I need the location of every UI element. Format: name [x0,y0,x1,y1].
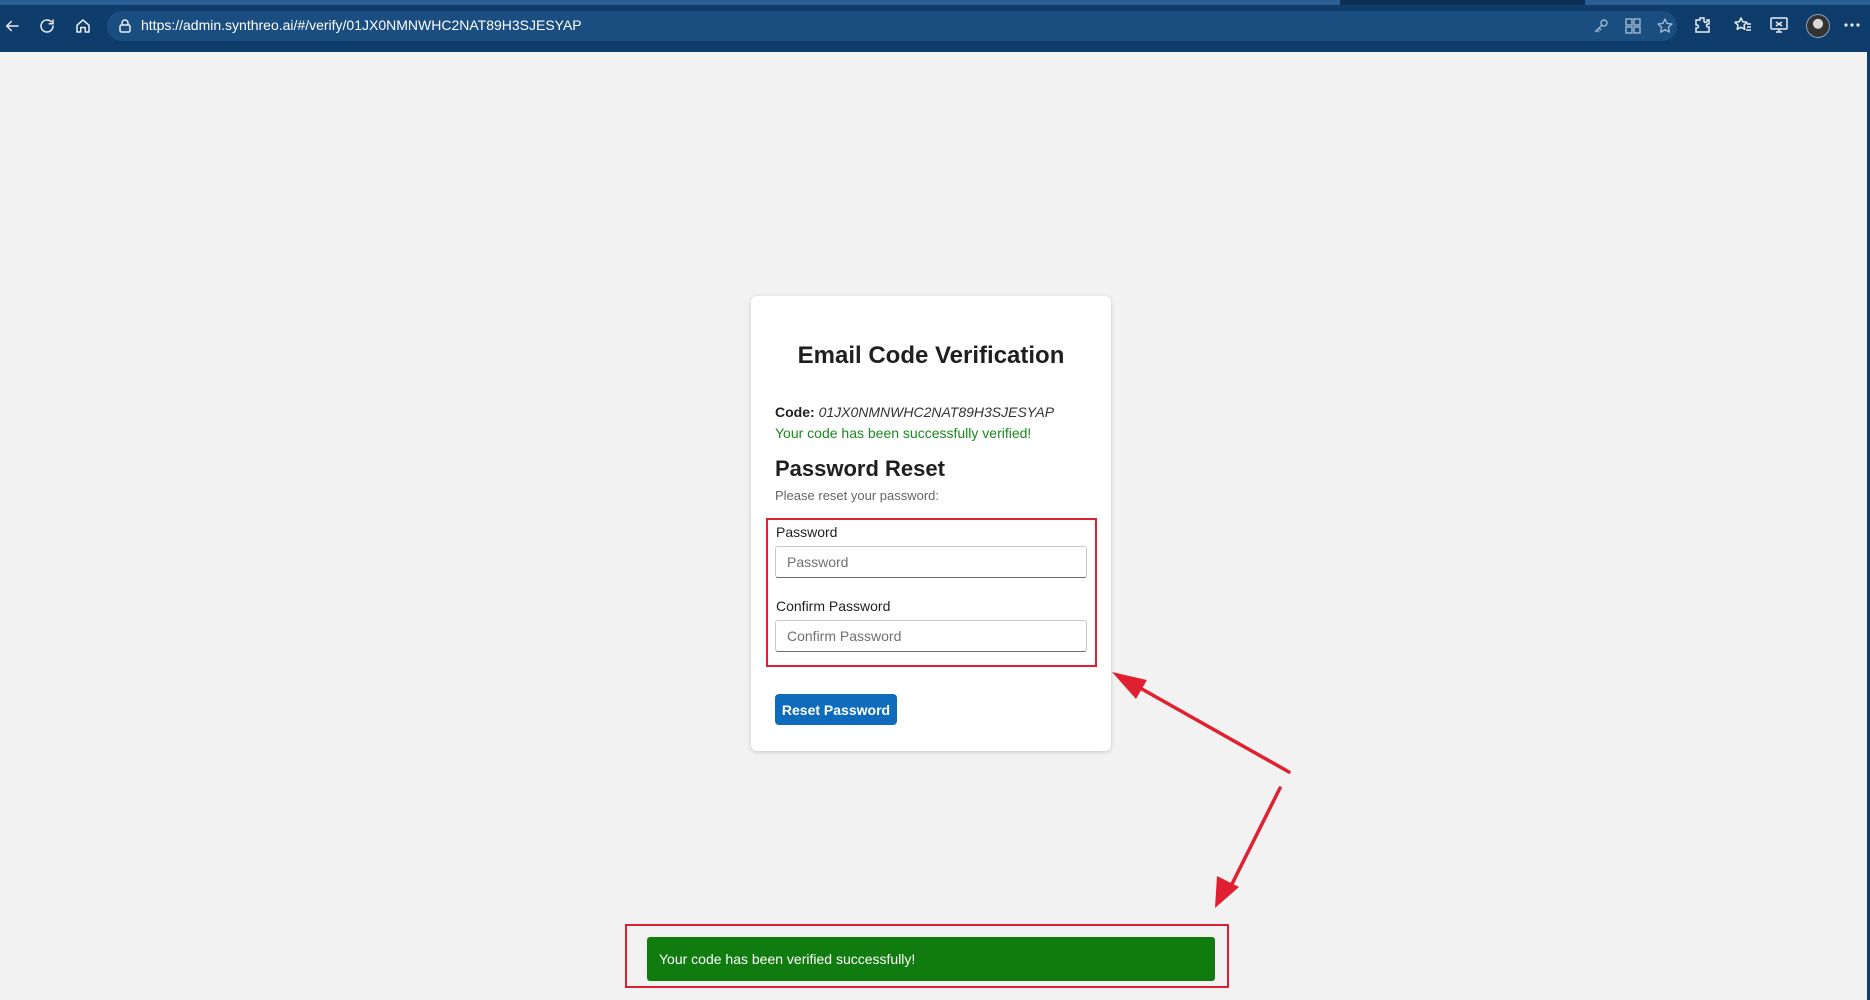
annotation-highlight-toast [625,924,1229,988]
lock-icon [117,18,133,34]
reset-password-button[interactable]: Reset Password [775,694,897,725]
refresh-button[interactable] [35,14,59,38]
favorites-icon[interactable] [1733,15,1753,35]
annotation-arrow-fields [1124,678,1291,774]
address-bar[interactable]: https://admin.synthreo.ai/#/verify/01JX0… [107,11,1677,41]
section-title: Password Reset [775,456,945,481]
code-label: Code: [775,404,815,420]
star-icon[interactable] [1656,17,1674,35]
page-title: Email Code Verification [797,342,1065,369]
tab-strip [0,0,1870,5]
verified-message: Your code has been successfully verified… [775,425,1032,441]
annotation-arrow-toast [1226,786,1282,894]
refresh-icon [40,19,54,33]
key-icon[interactable] [1592,17,1610,35]
screen-share-icon[interactable] [1769,15,1789,35]
tab-strip-segment [1585,0,1870,5]
extensions-icon[interactable] [1692,15,1712,35]
annotation-arrowhead-fields [1112,672,1147,699]
browser-toolbar: https://admin.synthreo.ai/#/verify/01JX0… [0,0,1870,52]
more-options-icon[interactable] [1842,15,1862,35]
annotation-highlight-fields [766,518,1097,667]
url-text[interactable]: https://admin.synthreo.ai/#/verify/01JX0… [141,17,582,33]
back-button[interactable] [0,14,24,38]
app-grid-icon[interactable] [1624,17,1642,35]
home-icon [76,19,90,33]
section-subtitle: Please reset your password: [775,488,940,503]
tab-strip-segment [0,0,1340,5]
code-line: Code: 01JX0NMNWHC2NAT89H3SJESYAP [775,404,1054,420]
home-button[interactable] [71,14,95,38]
annotation-arrowhead-toast [1215,876,1239,908]
back-arrow-icon [6,20,19,32]
code-value: 01JX0NMNWHC2NAT89H3SJESYAP [818,404,1055,420]
profile-avatar[interactable] [1806,14,1830,38]
